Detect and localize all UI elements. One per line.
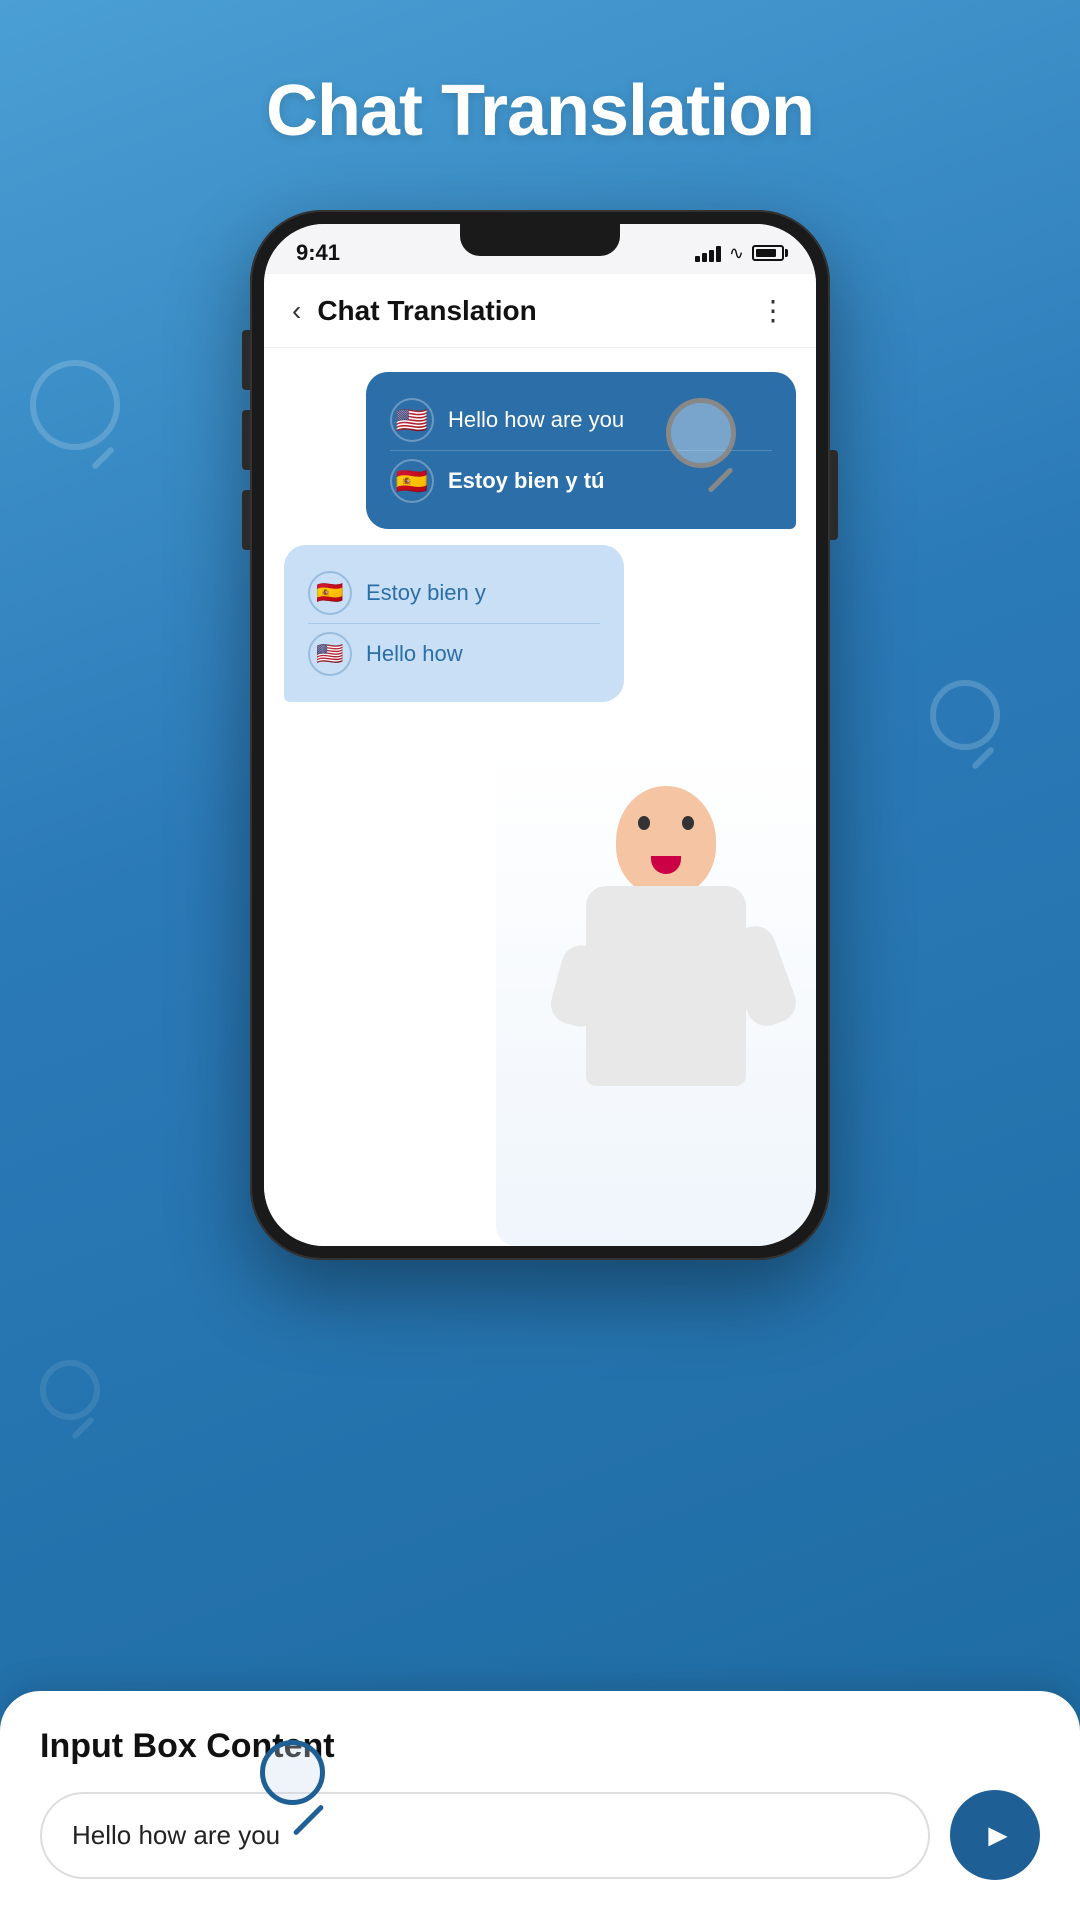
app-header: ‹ Chat Translation ⋮ (264, 274, 816, 348)
input-magnifier-circle-icon (260, 1740, 325, 1805)
signal-bar-4 (716, 246, 721, 262)
battery-icon (752, 245, 784, 261)
send-button[interactable]: ► (950, 1790, 1040, 1880)
signal-bar-2 (702, 253, 707, 262)
back-button[interactable]: ‹ (292, 295, 301, 327)
sent-translation-flag: 🇪🇸 (390, 459, 434, 503)
received-translation-text: Hello how (366, 641, 463, 667)
text-input-container (40, 1792, 930, 1879)
signal-bar-3 (709, 250, 714, 262)
sent-translation-text: Estoy bien y tú (448, 468, 604, 494)
woman-body (586, 886, 746, 1086)
chat-magnifier-overlay (666, 398, 756, 488)
woman-head (616, 786, 716, 896)
header-left: ‹ Chat Translation (292, 295, 537, 327)
bg-magnifier-2 (930, 680, 1000, 750)
woman-image (496, 746, 816, 1246)
received-message-bubble: 🇪🇸 Estoy bien y 🇺🇸 Hello how (284, 545, 624, 702)
phone-mockup: 9:41 ∿ ‹ Cha (250, 210, 830, 1260)
sent-original-text: Hello how are you (448, 407, 624, 433)
phone-frame: 9:41 ∿ ‹ Cha (250, 210, 830, 1260)
more-button[interactable]: ⋮ (759, 294, 788, 327)
wifi-icon: ∿ (729, 243, 744, 264)
input-magnifier-overlay (260, 1740, 325, 1840)
input-section-title: Input Box Content (40, 1727, 1040, 1766)
battery-fill (756, 249, 776, 257)
bg-magnifier-3 (40, 1360, 100, 1420)
page-title: Chat Translation (0, 70, 1080, 152)
status-time: 9:41 (296, 240, 340, 266)
woman-figure (526, 786, 806, 1246)
header-title: Chat Translation (317, 295, 536, 327)
sent-original-flag: 🇺🇸 (390, 398, 434, 442)
input-magnifier-handle-icon (293, 1804, 325, 1836)
received-translation-row: 🇺🇸 Hello how (308, 623, 600, 684)
received-original-row: 🇪🇸 Estoy bien y (308, 563, 600, 623)
signal-bar-1 (695, 256, 700, 262)
input-row: ► (40, 1790, 1040, 1880)
bg-magnifier-1 (30, 360, 120, 450)
bottom-input-section: Input Box Content ► (0, 1691, 1080, 1920)
signal-bars-icon (695, 244, 721, 262)
received-original-flag: 🇪🇸 (308, 571, 352, 615)
message-input[interactable] (40, 1792, 930, 1879)
chat-area: 🇺🇸 Hello how are you 🇪🇸 Estoy bien y tú (264, 348, 816, 1246)
magnifier-circle-icon (666, 398, 736, 468)
received-original-text: Estoy bien y (366, 580, 486, 606)
phone-notch (460, 224, 620, 256)
status-icons: ∿ (695, 243, 784, 264)
phone-screen: 9:41 ∿ ‹ Cha (264, 224, 816, 1246)
send-icon: ► (982, 1817, 1014, 1854)
received-translation-flag: 🇺🇸 (308, 632, 352, 676)
